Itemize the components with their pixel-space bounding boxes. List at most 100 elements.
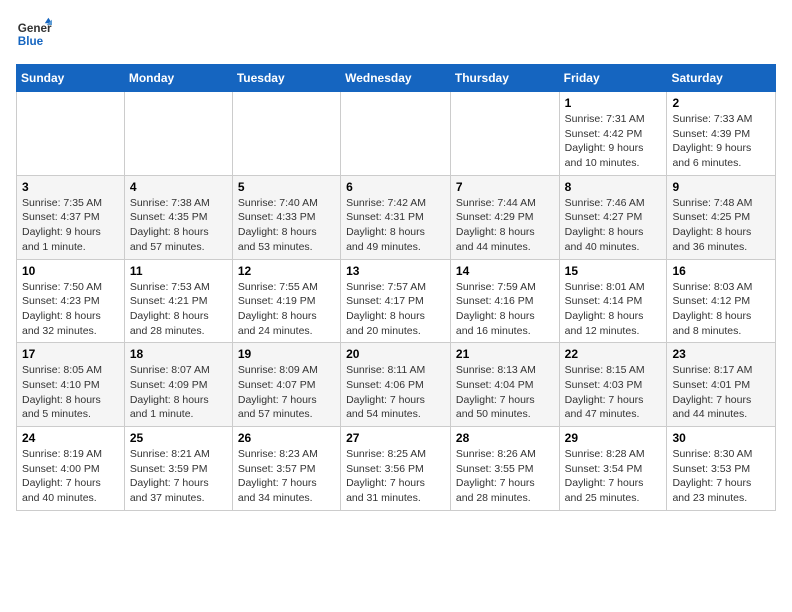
calendar-cell: 7 Sunrise: 7:44 AM Sunset: 4:29 PM Daylig… <box>450 175 559 259</box>
day-info: Sunrise: 7:42 AM Sunset: 4:31 PM Dayligh… <box>346 196 445 255</box>
day-info: Sunrise: 7:53 AM Sunset: 4:21 PM Dayligh… <box>130 280 227 339</box>
day-info: Sunrise: 8:05 AM Sunset: 4:10 PM Dayligh… <box>22 363 119 422</box>
svg-text:General: General <box>18 22 52 35</box>
calendar-cell: 28Sunrise: 8:26 AM Sunset: 3:55 PM Dayli… <box>450 427 559 511</box>
day-number: 11 <box>130 264 227 278</box>
weekday-saturday: Saturday <box>667 65 776 92</box>
calendar-cell: 5 Sunrise: 7:40 AM Sunset: 4:33 PM Daylig… <box>232 175 340 259</box>
day-info: Sunrise: 8:07 AM Sunset: 4:09 PM Dayligh… <box>130 363 227 422</box>
weekday-monday: Monday <box>124 65 232 92</box>
day-info: Sunrise: 7:46 AM Sunset: 4:27 PM Dayligh… <box>565 196 662 255</box>
day-number: 2 <box>672 96 770 110</box>
calendar-cell: 4 Sunrise: 7:38 AM Sunset: 4:35 PM Daylig… <box>124 175 232 259</box>
calendar-cell <box>341 92 451 176</box>
day-number: 7 <box>456 180 554 194</box>
day-number: 9 <box>672 180 770 194</box>
logo-icon: General Blue <box>16 16 52 52</box>
day-info: Sunrise: 7:40 AM Sunset: 4:33 PM Dayligh… <box>238 196 335 255</box>
day-info: Sunrise: 8:11 AM Sunset: 4:06 PM Dayligh… <box>346 363 445 422</box>
day-number: 23 <box>672 347 770 361</box>
calendar-cell: 19Sunrise: 8:09 AM Sunset: 4:07 PM Dayli… <box>232 343 340 427</box>
calendar-cell: 20 Sunrise: 8:11 AM Sunset: 4:06 PM Dayli… <box>341 343 451 427</box>
calendar-cell: 24 Sunrise: 8:19 AM Sunset: 4:00 PM Dayli… <box>17 427 125 511</box>
day-number: 6 <box>346 180 445 194</box>
calendar-cell <box>232 92 340 176</box>
calendar-cell: 25 Sunrise: 8:21 AM Sunset: 3:59 PM Dayli… <box>124 427 232 511</box>
day-info: Sunrise: 8:01 AM Sunset: 4:14 PM Dayligh… <box>565 280 662 339</box>
day-number: 15 <box>565 264 662 278</box>
day-info: Sunrise: 8:13 AM Sunset: 4:04 PM Dayligh… <box>456 363 554 422</box>
day-number: 14 <box>456 264 554 278</box>
day-number: 26 <box>238 431 335 445</box>
day-info: Sunrise: 8:21 AM Sunset: 3:59 PM Dayligh… <box>130 447 227 506</box>
day-info: Sunrise: 8:03 AM Sunset: 4:12 PM Dayligh… <box>672 280 770 339</box>
calendar-cell <box>450 92 559 176</box>
day-number: 21 <box>456 347 554 361</box>
day-number: 17 <box>22 347 119 361</box>
calendar-cell: 11 Sunrise: 7:53 AM Sunset: 4:21 PM Dayli… <box>124 259 232 343</box>
day-number: 19 <box>238 347 335 361</box>
weekday-sunday: Sunday <box>17 65 125 92</box>
day-number: 24 <box>22 431 119 445</box>
day-info: Sunrise: 8:17 AM Sunset: 4:01 PM Dayligh… <box>672 363 770 422</box>
day-info: Sunrise: 8:26 AM Sunset: 3:55 PM Dayligh… <box>456 447 554 506</box>
page-header: General Blue <box>16 16 776 52</box>
calendar-week-0: 1 Sunrise: 7:31 AM Sunset: 4:42 PM Daylig… <box>17 92 776 176</box>
day-info: Sunrise: 7:48 AM Sunset: 4:25 PM Dayligh… <box>672 196 770 255</box>
day-info: Sunrise: 7:55 AM Sunset: 4:19 PM Dayligh… <box>238 280 335 339</box>
calendar-cell: 10 Sunrise: 7:50 AM Sunset: 4:23 PM Dayli… <box>17 259 125 343</box>
calendar-table: SundayMondayTuesdayWednesdayThursdayFrid… <box>16 64 776 511</box>
calendar-cell <box>17 92 125 176</box>
weekday-header-row: SundayMondayTuesdayWednesdayThursdayFrid… <box>17 65 776 92</box>
calendar-cell: 1 Sunrise: 7:31 AM Sunset: 4:42 PM Daylig… <box>559 92 667 176</box>
calendar-cell: 14Sunrise: 7:59 AM Sunset: 4:16 PM Dayli… <box>450 259 559 343</box>
calendar-cell: 26 Sunrise: 8:23 AM Sunset: 3:57 PM Dayli… <box>232 427 340 511</box>
day-info: Sunrise: 7:44 AM Sunset: 4:29 PM Dayligh… <box>456 196 554 255</box>
day-number: 18 <box>130 347 227 361</box>
day-info: Sunrise: 8:28 AM Sunset: 3:54 PM Dayligh… <box>565 447 662 506</box>
calendar-cell: 17 Sunrise: 8:05 AM Sunset: 4:10 PM Dayli… <box>17 343 125 427</box>
weekday-wednesday: Wednesday <box>341 65 451 92</box>
day-info: Sunrise: 7:35 AM Sunset: 4:37 PM Dayligh… <box>22 196 119 255</box>
day-info: Sunrise: 8:30 AM Sunset: 3:53 PM Dayligh… <box>672 447 770 506</box>
day-number: 10 <box>22 264 119 278</box>
day-number: 25 <box>130 431 227 445</box>
calendar-cell: 2Sunrise: 7:33 AM Sunset: 4:39 PM Daylig… <box>667 92 776 176</box>
calendar-header: SundayMondayTuesdayWednesdayThursdayFrid… <box>17 65 776 92</box>
calendar-cell: 8Sunrise: 7:46 AM Sunset: 4:27 PM Daylig… <box>559 175 667 259</box>
calendar-week-3: 17 Sunrise: 8:05 AM Sunset: 4:10 PM Dayli… <box>17 343 776 427</box>
day-number: 3 <box>22 180 119 194</box>
day-number: 4 <box>130 180 227 194</box>
day-number: 1 <box>565 96 662 110</box>
day-number: 20 <box>346 347 445 361</box>
svg-text:Blue: Blue <box>18 35 44 48</box>
day-number: 5 <box>238 180 335 194</box>
weekday-thursday: Thursday <box>450 65 559 92</box>
day-info: Sunrise: 8:25 AM Sunset: 3:56 PM Dayligh… <box>346 447 445 506</box>
logo: General Blue <box>16 16 52 52</box>
calendar-week-1: 3 Sunrise: 7:35 AM Sunset: 4:37 PM Daylig… <box>17 175 776 259</box>
day-info: Sunrise: 7:50 AM Sunset: 4:23 PM Dayligh… <box>22 280 119 339</box>
day-info: Sunrise: 8:23 AM Sunset: 3:57 PM Dayligh… <box>238 447 335 506</box>
calendar-cell: 29 Sunrise: 8:28 AM Sunset: 3:54 PM Dayli… <box>559 427 667 511</box>
calendar-cell: 15 Sunrise: 8:01 AM Sunset: 4:14 PM Dayli… <box>559 259 667 343</box>
day-info: Sunrise: 7:31 AM Sunset: 4:42 PM Dayligh… <box>565 112 662 171</box>
calendar-week-2: 10 Sunrise: 7:50 AM Sunset: 4:23 PM Dayli… <box>17 259 776 343</box>
calendar-cell: 12 Sunrise: 7:55 AM Sunset: 4:19 PM Dayli… <box>232 259 340 343</box>
calendar-cell: 13 Sunrise: 7:57 AM Sunset: 4:17 PM Dayli… <box>341 259 451 343</box>
calendar-cell: 23 Sunrise: 8:17 AM Sunset: 4:01 PM Dayli… <box>667 343 776 427</box>
day-info: Sunrise: 7:57 AM Sunset: 4:17 PM Dayligh… <box>346 280 445 339</box>
calendar-cell: 18 Sunrise: 8:07 AM Sunset: 4:09 PM Dayli… <box>124 343 232 427</box>
day-number: 29 <box>565 431 662 445</box>
day-number: 12 <box>238 264 335 278</box>
calendar-cell: 27 Sunrise: 8:25 AM Sunset: 3:56 PM Dayli… <box>341 427 451 511</box>
calendar-cell: 3 Sunrise: 7:35 AM Sunset: 4:37 PM Daylig… <box>17 175 125 259</box>
day-info: Sunrise: 7:38 AM Sunset: 4:35 PM Dayligh… <box>130 196 227 255</box>
day-number: 13 <box>346 264 445 278</box>
weekday-tuesday: Tuesday <box>232 65 340 92</box>
day-info: Sunrise: 8:19 AM Sunset: 4:00 PM Dayligh… <box>22 447 119 506</box>
calendar-cell: 21 Sunrise: 8:13 AM Sunset: 4:04 PM Dayli… <box>450 343 559 427</box>
calendar-cell: 22Sunrise: 8:15 AM Sunset: 4:03 PM Dayli… <box>559 343 667 427</box>
day-number: 27 <box>346 431 445 445</box>
day-number: 16 <box>672 264 770 278</box>
